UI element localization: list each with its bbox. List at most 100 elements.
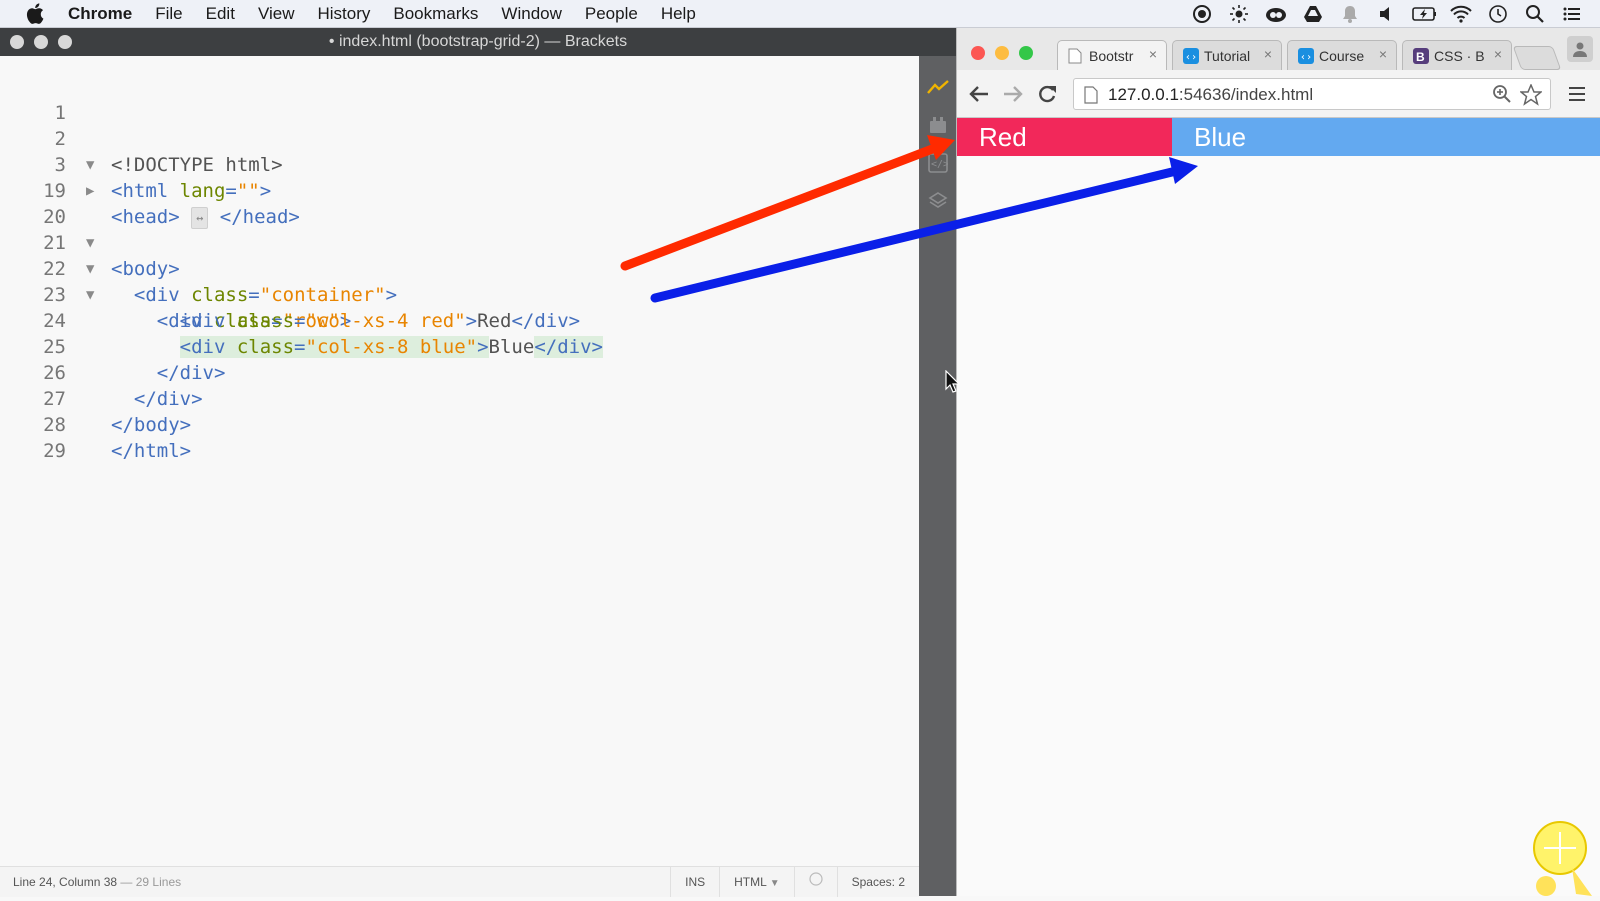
- spotlight-search-icon[interactable]: [1523, 2, 1547, 26]
- tab-close-icon[interactable]: ×: [1149, 46, 1157, 62]
- code-token: </html>: [111, 440, 192, 462]
- brackets-window: • index.html (bootstrap-grid-2) — Bracke…: [0, 28, 956, 897]
- code-line[interactable]: 23 <div class="col-xs-4 red">Red</div>: [0, 256, 580, 332]
- code-token: <div: [179, 336, 237, 358]
- wifi-icon[interactable]: [1449, 2, 1473, 26]
- browser-tab-tutorial[interactable]: ‹› Tutorial ×: [1172, 40, 1282, 70]
- code-line[interactable]: 19: [0, 152, 69, 202]
- code-line[interactable]: 3 ▶ <head> ↔ </head>: [0, 126, 300, 229]
- window-close-button[interactable]: [971, 46, 985, 60]
- code-token: class: [236, 336, 295, 358]
- cursor-position: Line 24, Column 38 — 29 Lines: [13, 875, 181, 889]
- list-icon[interactable]: [1560, 2, 1584, 26]
- svg-text:B: B: [1416, 50, 1425, 64]
- menu-people[interactable]: People: [585, 4, 638, 24]
- code-token: class: [236, 310, 295, 332]
- code-line[interactable]: 29: [0, 412, 69, 462]
- code-line[interactable]: 20 ▼ <body>: [0, 178, 180, 280]
- code-line[interactable]: 25 </div>: [0, 308, 225, 384]
- collapsed-region-marker[interactable]: ↔: [191, 206, 209, 229]
- code-token: <html: [111, 180, 180, 202]
- brightness-icon[interactable]: [1227, 2, 1251, 26]
- brackets-toolbar: </>: [919, 56, 956, 896]
- code-token: "": [236, 180, 260, 202]
- code-line[interactable]: 22 ▼ <div class="row">: [0, 230, 351, 332]
- line-number: 29: [43, 440, 66, 462]
- code-token: >: [465, 310, 478, 332]
- new-tab-button[interactable]: [1512, 46, 1562, 70]
- page-info-icon[interactable]: [1084, 86, 1098, 109]
- menu-edit[interactable]: Edit: [206, 4, 235, 24]
- profile-avatar-icon[interactable]: [1567, 36, 1593, 62]
- insert-mode-toggle[interactable]: INS: [670, 867, 719, 897]
- zoom-icon[interactable]: [1492, 84, 1512, 109]
- battery-icon[interactable]: [1412, 2, 1436, 26]
- tab-close-icon[interactable]: ×: [1494, 46, 1502, 62]
- fold-toggle[interactable]: ▼: [86, 230, 94, 256]
- clock-icon[interactable]: [1486, 2, 1510, 26]
- layers-icon[interactable]: [927, 190, 949, 212]
- browser-tab-css[interactable]: B CSS · B ×: [1402, 40, 1512, 70]
- notification-bell-icon[interactable]: [1338, 2, 1362, 26]
- menu-view[interactable]: View: [258, 4, 295, 24]
- forward-arrow-icon[interactable]: [1001, 82, 1025, 106]
- code-token: >: [259, 180, 272, 202]
- menu-history[interactable]: History: [317, 4, 370, 24]
- language-selector[interactable]: HTML ▼: [719, 867, 793, 897]
- mac-menu-bar: Chrome File Edit View History Bookmarks …: [0, 0, 1600, 28]
- red-column-label: Red: [979, 122, 1027, 152]
- code-token: Blue: [488, 336, 535, 358]
- drive-icon[interactable]: [1301, 2, 1325, 26]
- linter-status[interactable]: [793, 867, 837, 897]
- browser-tab-bootstrap[interactable]: Bootstr ×: [1057, 40, 1167, 70]
- back-arrow-icon[interactable]: [967, 82, 991, 106]
- menu-app-name[interactable]: Chrome: [68, 4, 132, 24]
- code-token: =: [248, 284, 260, 306]
- apple-logo-icon[interactable]: [24, 3, 46, 25]
- extension-manager-icon[interactable]: [927, 114, 949, 136]
- code-line[interactable]: 1 <!DOCTYPE html>: [0, 74, 283, 176]
- chrome-window: Bootstr × ‹› Tutorial × ‹› Course × B CS…: [956, 28, 1600, 896]
- inspect-code-icon[interactable]: </>: [927, 152, 949, 174]
- volume-icon[interactable]: [1375, 2, 1399, 26]
- blue-column: Blue: [1172, 118, 1600, 156]
- creative-cloud-icon[interactable]: [1264, 2, 1288, 26]
- window-title: • index.html (bootstrap-grid-2) — Bracke…: [328, 33, 628, 50]
- code-line[interactable]: 27 </body>: [0, 360, 191, 436]
- indent-spaces-selector[interactable]: Spaces: 2: [836, 867, 919, 897]
- tab-close-icon[interactable]: ×: [1264, 46, 1272, 62]
- window-minimize-button[interactable]: [995, 46, 1009, 60]
- fold-toggle[interactable]: ▼: [86, 256, 94, 282]
- fold-toggle[interactable]: ▼: [86, 152, 94, 178]
- mouse-cursor-icon: [945, 369, 961, 399]
- menu-file[interactable]: File: [155, 4, 182, 24]
- browser-tab-course[interactable]: ‹› Course ×: [1287, 40, 1397, 70]
- address-bar[interactable]: 127.0.0.1:54636/index.html: [1073, 78, 1551, 110]
- code-line[interactable]: 2 ▼ <html lang="">: [0, 100, 272, 202]
- fold-toggle[interactable]: ▼: [86, 282, 94, 308]
- menu-bookmarks[interactable]: Bookmarks: [393, 4, 478, 24]
- language-label: HTML: [734, 875, 767, 889]
- code-editor[interactable]: 1 <!DOCTYPE html> 2 ▼ <html lang=""> 3 ▶…: [0, 56, 919, 866]
- code-token: </div>: [534, 336, 603, 358]
- record-icon[interactable]: [1190, 2, 1214, 26]
- code-line[interactable]: 28 </html>: [0, 386, 191, 462]
- tab-close-icon[interactable]: ×: [1379, 46, 1387, 62]
- code-line[interactable]: 21 ▼ <div class="container">: [0, 204, 397, 306]
- tab-title: Bootstr: [1089, 48, 1134, 64]
- code-token: </body>: [111, 414, 192, 436]
- code-token: <div: [133, 284, 192, 306]
- menu-window[interactable]: Window: [501, 4, 561, 24]
- code-line-current[interactable]: 24 <div class="col-xs-8 blue">Blue</div>: [0, 282, 603, 358]
- menu-help[interactable]: Help: [661, 4, 696, 24]
- code-token: "col-xs-4 red": [305, 310, 466, 332]
- chrome-menu-icon[interactable]: [1565, 82, 1589, 106]
- reload-icon[interactable]: [1035, 82, 1059, 106]
- chevron-down-icon: ▼: [769, 878, 780, 889]
- code-token: class: [191, 284, 249, 306]
- live-preview-icon[interactable]: [927, 76, 949, 98]
- code-line[interactable]: 26 </div>: [0, 334, 202, 410]
- bookmark-star-icon[interactable]: [1518, 83, 1544, 111]
- window-zoom-button[interactable]: [1019, 46, 1033, 60]
- fold-toggle[interactable]: ▶: [86, 178, 94, 204]
